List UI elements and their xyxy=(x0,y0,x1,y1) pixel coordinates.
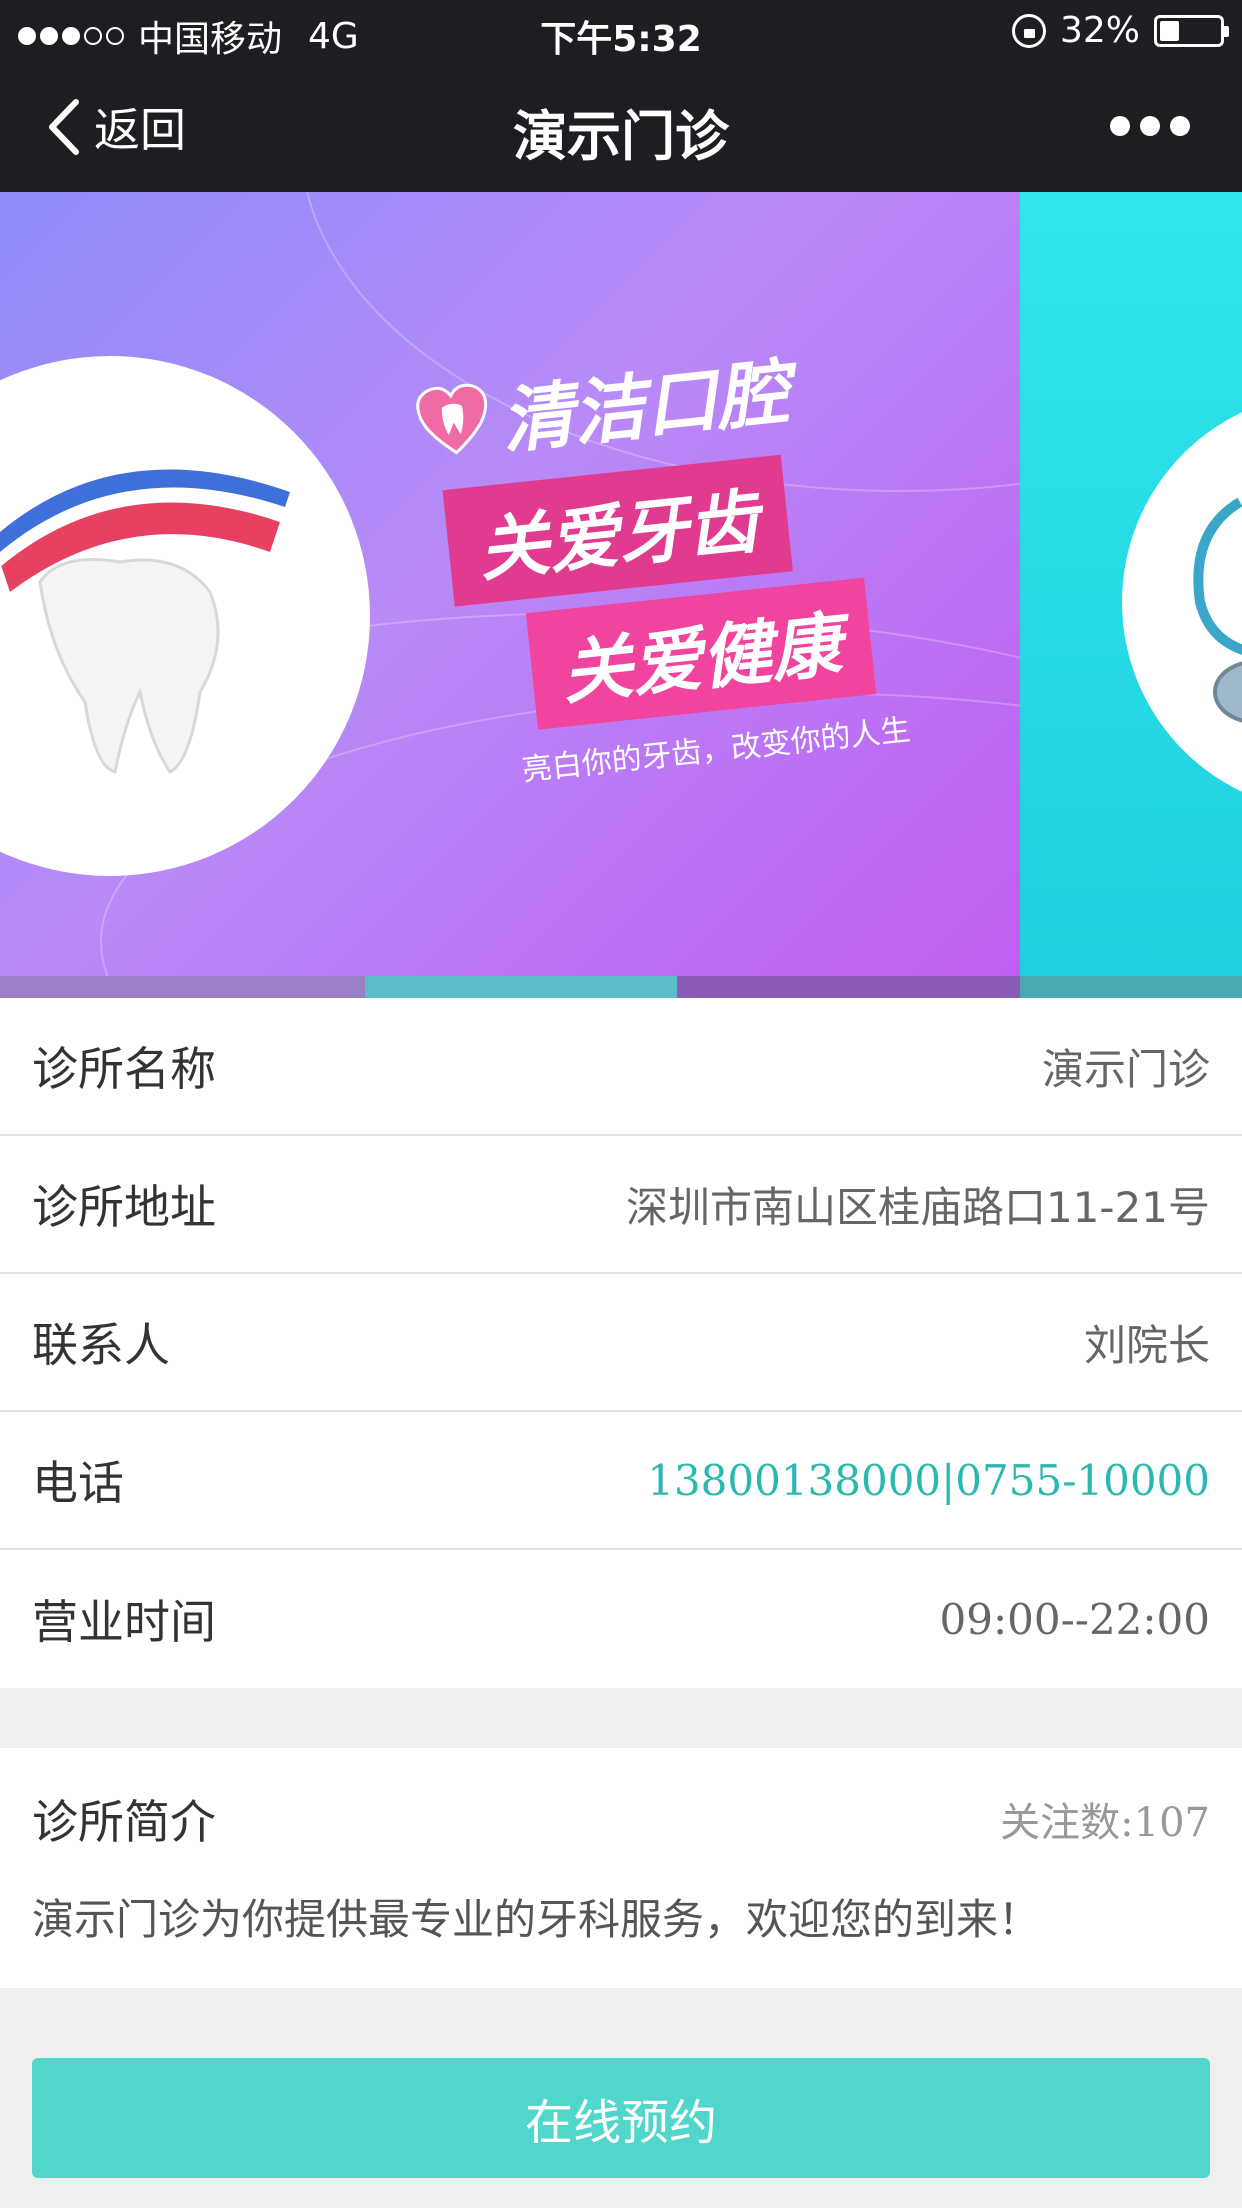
info-label: 诊所名称 xyxy=(32,1042,216,1096)
online-booking-button[interactable]: 在线预约 xyxy=(32,2058,1210,2178)
info-label: 诊所地址 xyxy=(32,1180,216,1234)
info-row-address[interactable]: 诊所地址 深圳市南山区桂庙路口11-21号 xyxy=(0,1136,1242,1274)
indicator-segment[interactable] xyxy=(0,976,365,998)
intro-label: 诊所简介 xyxy=(32,1795,216,1849)
banner-slide-next[interactable] xyxy=(1020,192,1242,976)
status-right: 32% xyxy=(1011,10,1229,51)
banner-slide[interactable]: 清洁口腔 关爱牙齿 关爱健康 亮白你的牙齿，改变你的人生 xyxy=(0,192,1020,976)
info-value: 深圳市南山区桂庙路口11-21号 xyxy=(625,1182,1210,1232)
info-row-name: 诊所名称 演示门诊 xyxy=(0,998,1242,1136)
nav-bar: 返回 演示门诊 xyxy=(0,62,1242,192)
phone-link[interactable]: 13800138000|0755-10000 xyxy=(647,1456,1210,1505)
info-value: 09:00--22:00 xyxy=(939,1594,1210,1644)
intro-header: 诊所简介 关注数:107 xyxy=(32,1786,1210,1852)
more-icon[interactable] xyxy=(1110,116,1190,136)
page-title: 演示门诊 xyxy=(513,105,729,168)
status-bar: 中国移动 4G 下午5:32 32% xyxy=(0,0,1242,62)
clinic-info-list: 诊所名称 演示门诊 诊所地址 深圳市南山区桂庙路口11-21号 联系人 刘院长 … xyxy=(0,998,1242,1688)
indicator-segment[interactable] xyxy=(1020,976,1242,998)
carousel-indicator xyxy=(0,976,1242,998)
banner-line-2: 关爱健康 xyxy=(525,577,877,730)
intro-text: 演示门诊为你提供最专业的牙科服务，欢迎您的到来！ xyxy=(32,1895,1041,1944)
indicator-segment-active[interactable] xyxy=(365,976,677,998)
info-label: 营业时间 xyxy=(32,1595,216,1649)
tooth-icon xyxy=(0,469,290,774)
indicator-segment[interactable] xyxy=(677,976,1020,998)
info-value: 刘院长 xyxy=(1083,1320,1210,1370)
rotation-lock-icon xyxy=(1011,13,1046,48)
clinic-intro: 诊所简介 关注数:107 演示门诊为你提供最专业的牙科服务，欢迎您的到来！ xyxy=(0,1748,1242,1988)
info-row-contact: 联系人 刘院长 xyxy=(0,1274,1242,1412)
heart-tooth-icon xyxy=(416,383,488,454)
follow-count: 关注数:107 xyxy=(1000,1800,1210,1846)
battery-icon xyxy=(1154,14,1229,47)
info-label: 电话 xyxy=(32,1456,124,1510)
banner-carousel[interactable]: 清洁口腔 关爱牙齿 关爱健康 亮白你的牙齿，改变你的人生 xyxy=(0,192,1242,976)
info-row-phone[interactable]: 电话 13800138000|0755-10000 xyxy=(0,1412,1242,1550)
info-row-hours: 营业时间 09:00--22:00 xyxy=(0,1550,1242,1688)
banner-line-1: 关爱牙齿 xyxy=(442,454,793,607)
stethoscope-icon xyxy=(1193,497,1242,723)
info-label: 联系人 xyxy=(32,1318,170,1372)
info-value: 演示门诊 xyxy=(1041,1044,1210,1094)
banner-text: 清洁口腔 关爱牙齿 关爱健康 亮白你的牙齿，改变你的人生 xyxy=(410,313,1012,796)
battery-percent: 32% xyxy=(1059,10,1140,51)
